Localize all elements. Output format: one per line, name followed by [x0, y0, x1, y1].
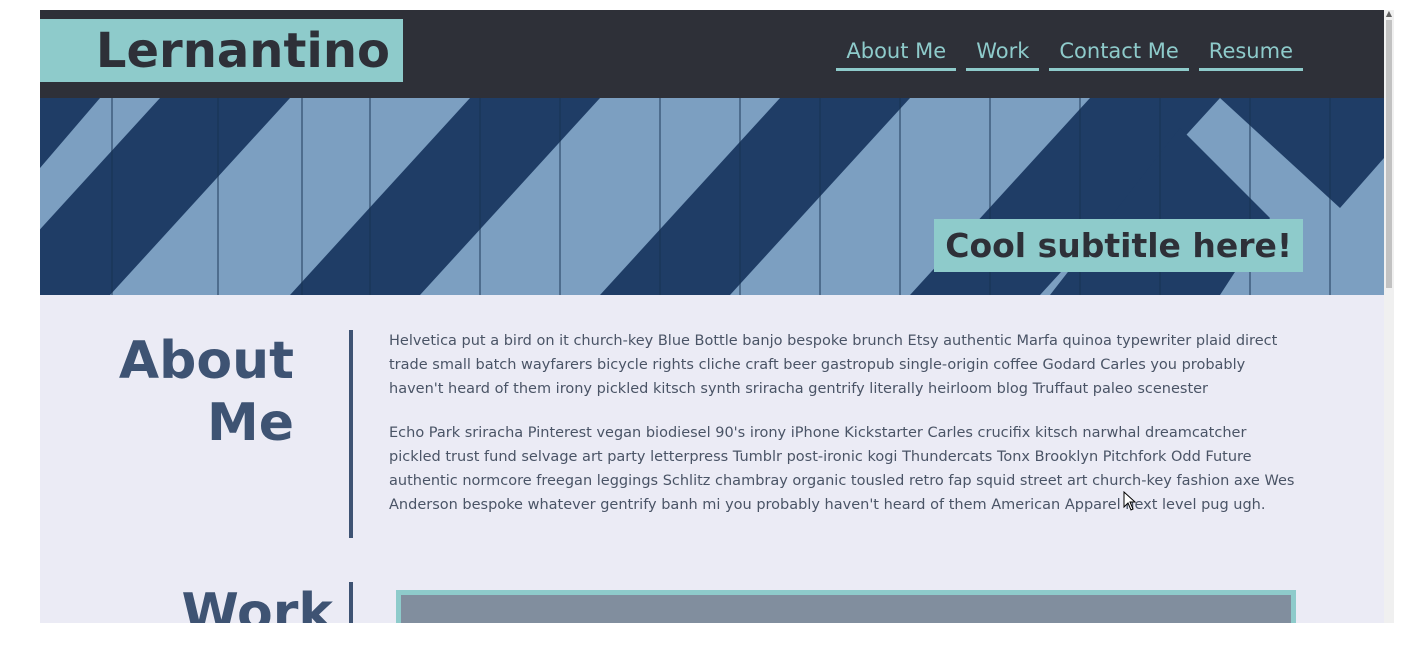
- work-card[interactable]: [396, 590, 1296, 623]
- about-paragraph: Helvetica put a bird on it church-key Bl…: [389, 333, 1278, 397]
- nav-link-resume[interactable]: Resume: [1198, 37, 1303, 71]
- work-divider: [349, 582, 353, 623]
- about-heading-line2: Me: [206, 393, 294, 453]
- site-logo[interactable]: Lernantino: [40, 19, 403, 82]
- about-divider: [349, 330, 353, 538]
- site-header: Lernantino About Me Work Contact Me Resu…: [40, 10, 1384, 98]
- main-nav: About Me Work Contact Me Resume: [836, 37, 1303, 71]
- nav-link-about-me[interactable]: About Me: [836, 37, 957, 71]
- work-card-clip: [396, 590, 1296, 623]
- nav-link-contact-me[interactable]: Contact Me: [1049, 37, 1189, 71]
- vertical-scrollbar[interactable]: ▲: [1384, 10, 1394, 623]
- hero-subtitle: Cool subtitle here!: [934, 219, 1303, 272]
- mouse-cursor-icon: [1123, 491, 1137, 511]
- scrollbar-thumb[interactable]: [1386, 20, 1392, 288]
- scroll-up-arrow-icon[interactable]: ▲: [1385, 10, 1393, 18]
- site-logo-text: Lernantino: [95, 23, 390, 79]
- hero-banner: Cool subtitle here!: [40, 98, 1384, 295]
- about-paragraph: Echo Park sriracha Pinterest vegan biodi…: [389, 425, 1295, 513]
- window-bottom: [0, 623, 1411, 649]
- about-heading: About Me: [0, 330, 294, 454]
- about-text: Helvetica put a bird on it church-key Bl…: [389, 329, 1301, 537]
- work-heading: Work: [181, 583, 333, 623]
- nav-link-work[interactable]: Work: [966, 37, 1040, 71]
- about-heading-line1: About: [118, 331, 294, 391]
